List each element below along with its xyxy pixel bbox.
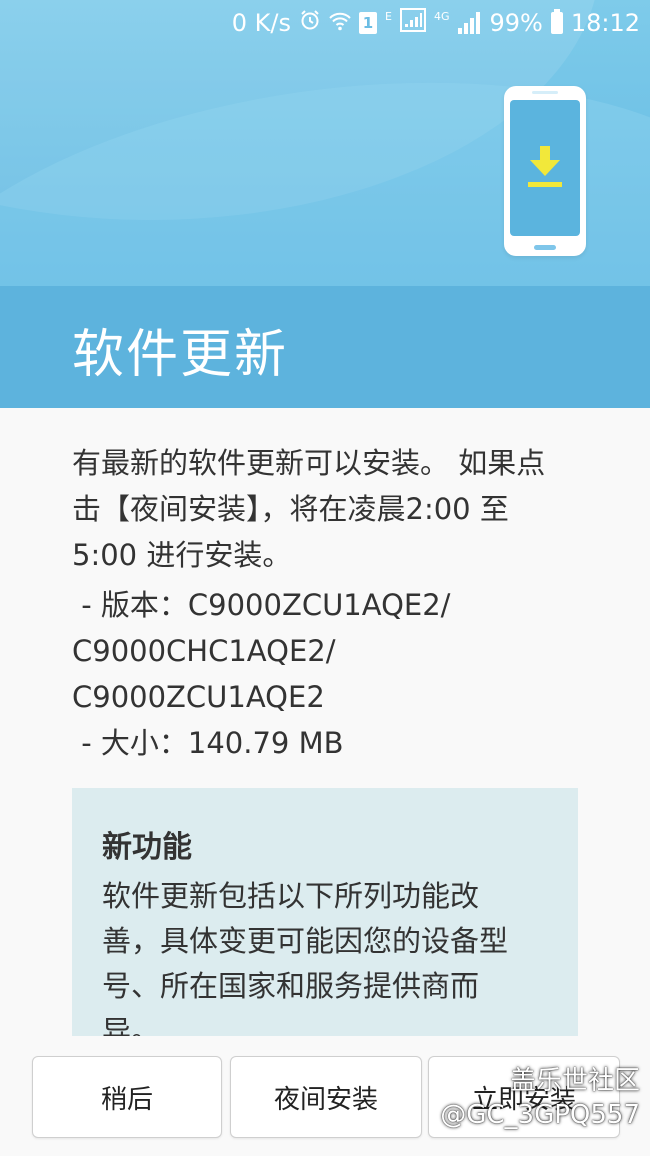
network-type-e: E (385, 10, 392, 23)
version-value-3: C9000ZCU1AQE2 (72, 680, 325, 714)
phone-download-illustration (504, 86, 586, 256)
phone-speaker (532, 91, 558, 94)
features-text: 软件更新包括以下所列功能改善，具体变更可能因您的设备型号、所在国家和服务提供商而… (102, 879, 509, 1036)
sim-icon: 1 (359, 12, 377, 34)
signal-icon (457, 12, 481, 34)
phone-home-button (534, 245, 556, 250)
new-features-panel[interactable]: 新功能 软件更新包括以下所列功能改善，具体变更可能因您的设备型号、所在国家和服务… (72, 788, 578, 1036)
clock: 18:12 (570, 9, 640, 37)
version-info: - 版本：C9000ZCU1AQE2/ C9000CHC1AQE2/ C9000… (72, 582, 572, 766)
install-now-button[interactable]: 立即安装 (428, 1056, 620, 1138)
wifi-icon (329, 9, 351, 37)
download-icon (528, 146, 562, 187)
title-bar: 软件更新 (0, 286, 650, 408)
page-title: 软件更新 (72, 325, 289, 385)
intro-text: 有最新的软件更新可以安装。 如果点击【夜间安装】，将在凌晨2:00 至 5:00… (72, 446, 546, 572)
version-value-1: C9000ZCU1AQE2/ (187, 588, 451, 622)
action-bar: 稍后 夜间安装 立即安装 (0, 1040, 650, 1156)
hero-banner: 0 K/s 1 E 4G 99% 18:12 (0, 0, 650, 286)
net-speed: 0 K/s (231, 9, 291, 37)
features-heading: 新功能 (102, 830, 192, 865)
battery-icon (550, 9, 563, 34)
network-type-4g: 4G (433, 10, 450, 23)
night-install-button[interactable]: 夜间安装 (230, 1056, 422, 1138)
status-bar: 0 K/s 1 E 4G 99% 18:12 (0, 0, 650, 46)
size-info: - 大小：140.79 MB (72, 726, 344, 760)
phone-screen (510, 100, 580, 236)
version-value-2: C9000CHC1AQE2/ (72, 634, 336, 668)
battery-percent: 99% (489, 9, 543, 37)
signal-boxed-icon (399, 8, 426, 38)
alarm-icon (299, 9, 321, 37)
update-description: 有最新的软件更新可以安装。 如果点击【夜间安装】，将在凌晨2:00 至 5:00… (72, 440, 572, 766)
version-label: - 版本： (72, 588, 188, 622)
later-button[interactable]: 稍后 (32, 1056, 222, 1138)
